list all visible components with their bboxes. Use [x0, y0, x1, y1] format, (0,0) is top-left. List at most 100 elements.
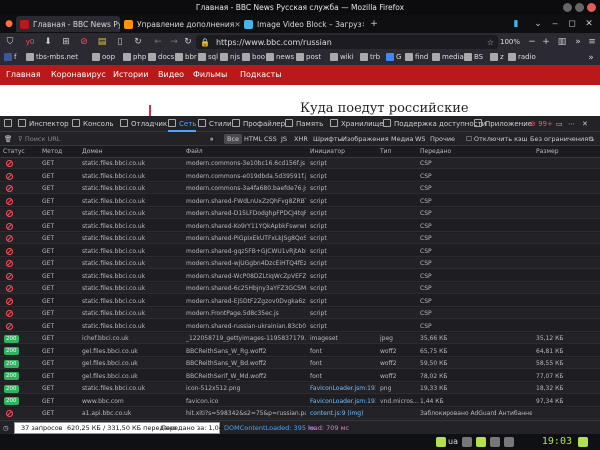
- bookmark-item[interactable]: trb: [360, 53, 380, 61]
- folder-icon[interactable]: [436, 437, 446, 447]
- minimize-button[interactable]: [563, 3, 572, 12]
- block-icon[interactable]: ⊘: [78, 36, 90, 48]
- table-row[interactable]: GET a1.api.bbc.co.uk hit.xiti?s=598342&s2=…: [0, 408, 600, 419]
- tab-network[interactable]: Сеть: [168, 116, 197, 132]
- tab-application[interactable]: Приложение: [474, 116, 532, 132]
- bookmark-item[interactable]: oop: [92, 53, 115, 61]
- bbc-nav-home[interactable]: Главная: [6, 65, 41, 85]
- tab-memory[interactable]: Память: [285, 116, 323, 132]
- bookmark-item[interactable]: sql: [198, 53, 218, 61]
- table-row[interactable]: 200 GET ichef.bbci.co.uk _122058719_gettyim…: [0, 333, 600, 344]
- back-icon[interactable]: ←: [152, 36, 164, 48]
- bookmark-star-icon[interactable]: ☆: [487, 38, 494, 47]
- refresh-addon-icon[interactable]: ↻: [132, 36, 144, 48]
- show-desktop-icon[interactable]: [578, 437, 588, 447]
- grid-icon[interactable]: ⊞: [60, 36, 72, 48]
- table-row[interactable]: GET static.files.bbci.co.uk modern.shared-…: [0, 208, 600, 219]
- table-row[interactable]: GET static.files.bbci.co.uk modern.shared-…: [0, 320, 600, 332]
- close-window-button[interactable]: [587, 3, 596, 12]
- bookmark-item[interactable]: post: [296, 53, 321, 61]
- more-bookmarks-icon[interactable]: »: [585, 52, 597, 64]
- firefox-icon[interactable]: ●: [3, 18, 15, 30]
- throttle-select[interactable]: Без ограничения ⌄: [530, 132, 596, 146]
- zoom-out-icon[interactable]: −: [526, 36, 538, 48]
- tab-debugger[interactable]: Отладчик: [120, 116, 167, 132]
- extensions-icon[interactable]: »: [572, 36, 584, 48]
- url-bar[interactable]: 🔒 https://www.bbc.com/russian ☆: [196, 35, 498, 49]
- bookmark-item[interactable]: boo: [242, 53, 265, 61]
- container-icon[interactable]: ▮: [510, 18, 522, 30]
- bookmark-item[interactable]: tbs-mbs.net: [26, 53, 78, 61]
- table-row[interactable]: 200 GET gel.files.bbci.co.uk BBCReithSerif_…: [0, 370, 600, 382]
- filter-other[interactable]: Прочие: [430, 132, 455, 146]
- performance-icon[interactable]: ◷: [3, 421, 9, 435]
- bookmark-item[interactable]: php: [123, 53, 146, 61]
- reload-icon[interactable]: ↻: [182, 36, 194, 48]
- col-status[interactable]: Статус: [3, 146, 25, 158]
- bookmark-item[interactable]: G: [386, 53, 401, 61]
- bookmark-item[interactable]: f: [4, 53, 16, 61]
- tab-addons[interactable]: Управление дополнения ✕: [120, 16, 240, 32]
- y0-addon-icon[interactable]: y0: [24, 36, 36, 48]
- error-badge[interactable]: ⊘ 99+: [530, 116, 553, 132]
- new-tab-icon[interactable]: +: [368, 18, 380, 30]
- clear-log-icon[interactable]: 🗑: [4, 132, 12, 146]
- note-icon[interactable]: ▤: [96, 36, 108, 48]
- bbc-nav-stories[interactable]: Истории: [113, 65, 148, 85]
- bbc-nav-coronavirus[interactable]: Коронавирус: [51, 65, 106, 85]
- keyboard-layout[interactable]: ua: [448, 434, 458, 450]
- bookmark-item[interactable]: BS: [464, 53, 483, 61]
- tab-styles[interactable]: Стили: [198, 116, 232, 132]
- col-file[interactable]: Файл: [186, 146, 203, 158]
- tab-storage[interactable]: Хранилище: [330, 116, 384, 132]
- bookmark-item[interactable]: z: [490, 53, 504, 61]
- bookmark-item[interactable]: docs: [148, 53, 174, 61]
- bookmark-item[interactable]: media: [432, 53, 464, 61]
- filter-fonts[interactable]: Шрифты: [313, 132, 343, 146]
- page-icon[interactable]: ▯: [114, 36, 126, 48]
- table-row[interactable]: 200 GET gel.files.bbci.co.uk BBCReithSans_W…: [0, 345, 600, 357]
- close-tab-icon[interactable]: ✕: [362, 20, 364, 29]
- table-row[interactable]: GET static.files.bbci.co.uk modern.shared-…: [0, 245, 600, 257]
- notification-icon[interactable]: [504, 437, 514, 447]
- table-row[interactable]: GET static.files.bbci.co.uk modern.FrontPa…: [0, 308, 600, 319]
- shield-icon[interactable]: ⛉: [4, 36, 16, 48]
- col-transferred[interactable]: Передано: [420, 146, 451, 158]
- filter-all[interactable]: Все: [224, 134, 243, 144]
- bbc-nav-films[interactable]: Фильмы: [193, 65, 227, 85]
- col-type[interactable]: Тип: [380, 146, 392, 158]
- tab-list-icon[interactable]: ⌄: [532, 18, 544, 30]
- url-filter-input[interactable]: ⊽ Поиск URL: [18, 132, 60, 146]
- tab-profiler[interactable]: Профайлер: [232, 116, 285, 132]
- bbc-nav-podcasts[interactable]: Подкасты: [240, 65, 282, 85]
- clock[interactable]: 19:03: [542, 434, 572, 450]
- filter-media[interactable]: Медиа: [391, 132, 413, 146]
- table-row[interactable]: GET static.files.bbci.co.uk modern.commons…: [0, 183, 600, 194]
- bookmark-item[interactable]: news: [266, 53, 294, 61]
- table-row[interactable]: GET static.files.bbci.co.uk modern.shared-…: [0, 295, 600, 307]
- table-row[interactable]: 200 GET static.files.bbci.co.uk icon-512x51…: [0, 383, 600, 394]
- pause-icon[interactable]: ⏸: [210, 132, 213, 146]
- table-row[interactable]: GET static.files.bbci.co.uk modern.shared-…: [0, 258, 600, 269]
- col-method[interactable]: Метод: [42, 146, 62, 158]
- window-restore-icon[interactable]: ◻: [566, 18, 578, 30]
- filter-xhr[interactable]: XHR: [294, 132, 308, 146]
- tab-inspector[interactable]: Инспектор: [18, 116, 69, 132]
- reader-icon[interactable]: ▥: [556, 36, 568, 48]
- col-domain[interactable]: Домен: [82, 146, 103, 158]
- bookmark-item[interactable]: bbr: [175, 53, 197, 61]
- pick-element-icon[interactable]: [4, 116, 15, 132]
- filter-js[interactable]: JS: [281, 132, 287, 146]
- network-settings-icon[interactable]: ⚙: [588, 132, 594, 146]
- table-row[interactable]: GET static.files.bbci.co.uk modern.commons…: [0, 158, 600, 169]
- tab-console[interactable]: Консоль: [72, 116, 114, 132]
- tab-bbc[interactable]: Главная - BBC News Русска ✕: [16, 16, 120, 32]
- table-row[interactable]: GET static.files.bbci.co.uk modern.shared-…: [0, 233, 600, 244]
- tab-image-video-block[interactable]: Image Video Block – Загруз ✕: [240, 16, 364, 32]
- table-row[interactable]: GET static.files.bbci.co.uk modern.shared-…: [0, 220, 600, 232]
- window-minimize-icon[interactable]: ‒: [549, 18, 561, 30]
- forward-icon[interactable]: →: [168, 36, 180, 48]
- table-row[interactable]: GET static.files.bbci.co.uk modern.shared-…: [0, 195, 600, 207]
- bookmark-item[interactable]: radio: [508, 53, 536, 61]
- filter-html[interactable]: HTML: [244, 132, 262, 146]
